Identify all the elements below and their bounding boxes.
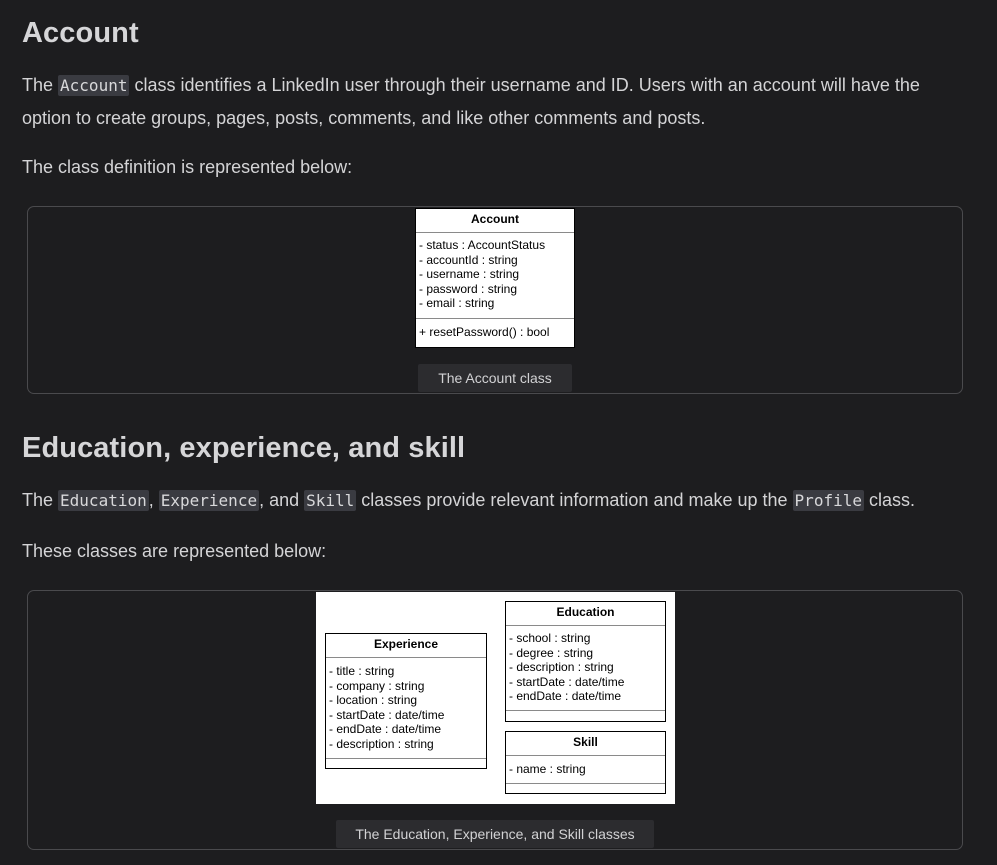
uml-attribute: - title : string: [329, 664, 395, 678]
page: Account The Account class identifies a L…: [0, 0, 997, 865]
uml-attribute: - password : string: [419, 281, 518, 296]
education-description-text-5: class.: [863, 490, 915, 510]
account-description: The Account class identifies a LinkedIn …: [22, 69, 962, 134]
skill-uml-attributes: - name : string: [506, 756, 665, 784]
account-uml-title: Account: [416, 209, 574, 233]
uml-attribute: - endDate : date/time: [329, 722, 442, 736]
account-uml-attributes: - status : AccountStatus - accountId : s…: [416, 233, 574, 319]
uml-attribute: - description : string: [509, 660, 614, 674]
experience-uml-class: Experience - title : string - company : …: [325, 633, 487, 769]
uml-attribute: - status : AccountStatus: [419, 238, 546, 252]
education-description-text-4: classes provide relevant information and…: [356, 490, 793, 510]
uml-attribute: - description : string: [329, 736, 434, 751]
education-description: The Education, Experience, and Skill cla…: [22, 484, 962, 517]
education-figure: Experience - title : string - company : …: [27, 590, 963, 850]
account-uml-methods: + resetPassword() : bool: [416, 319, 574, 339]
account-class-intro: The class definition is represented belo…: [22, 157, 353, 177]
experience-code: Experience: [158, 490, 260, 511]
uml-attribute: - startDate : date/time: [509, 674, 625, 689]
education-figure-caption: The Education, Experience, and Skill cla…: [336, 820, 654, 848]
account-figure: Account - status : AccountStatus - accou…: [27, 206, 963, 394]
education-description-text-3: , and: [259, 490, 305, 510]
account-uml-class: Account - status : AccountStatus - accou…: [415, 208, 575, 348]
education-classes-intro: These classes are represented below:: [22, 541, 327, 561]
education-uml-attributes: - school : string - degree : string - de…: [506, 626, 665, 711]
experience-uml-title: Experience: [326, 634, 486, 658]
education-code: Education: [58, 490, 149, 511]
uml-method: + resetPassword() : bool: [419, 325, 550, 339]
uml-diagram-canvas: Experience - title : string - company : …: [316, 592, 675, 804]
account-description-text-1: The: [22, 75, 59, 95]
education-uml-class: Education - school : string - degree : s…: [505, 601, 666, 722]
uml-attribute: - degree : string: [509, 645, 594, 660]
education-description-text-2: ,: [148, 490, 159, 510]
uml-attribute: - username : string: [419, 267, 520, 281]
uml-attribute: - location : string: [329, 693, 418, 707]
education-description-text-1: The: [22, 490, 59, 510]
uml-attribute: - accountId : string: [419, 252, 518, 267]
education-uml-title: Education: [506, 602, 665, 626]
uml-attribute: - endDate : date/time: [509, 689, 622, 703]
uml-attribute: - startDate : date/time: [329, 707, 445, 722]
education-heading: Education, experience, and skill: [22, 432, 466, 464]
account-heading: Account: [22, 17, 139, 49]
account-description-text-2: class identifies a LinkedIn user through…: [22, 75, 920, 128]
skill-uml-class: Skill - name : string: [505, 731, 666, 794]
account-code: Account: [58, 75, 130, 96]
skill-uml-title: Skill: [506, 732, 665, 756]
uml-attribute: - name : string: [509, 762, 586, 776]
account-figure-caption: The Account class: [418, 364, 572, 392]
uml-attribute: - email : string: [419, 296, 495, 310]
uml-attribute: - school : string: [509, 631, 591, 645]
uml-attribute: - company : string: [329, 678, 425, 693]
skill-code: Skill: [304, 490, 357, 511]
experience-uml-attributes: - title : string - company : string - lo…: [326, 658, 486, 759]
profile-code: Profile: [792, 490, 864, 511]
